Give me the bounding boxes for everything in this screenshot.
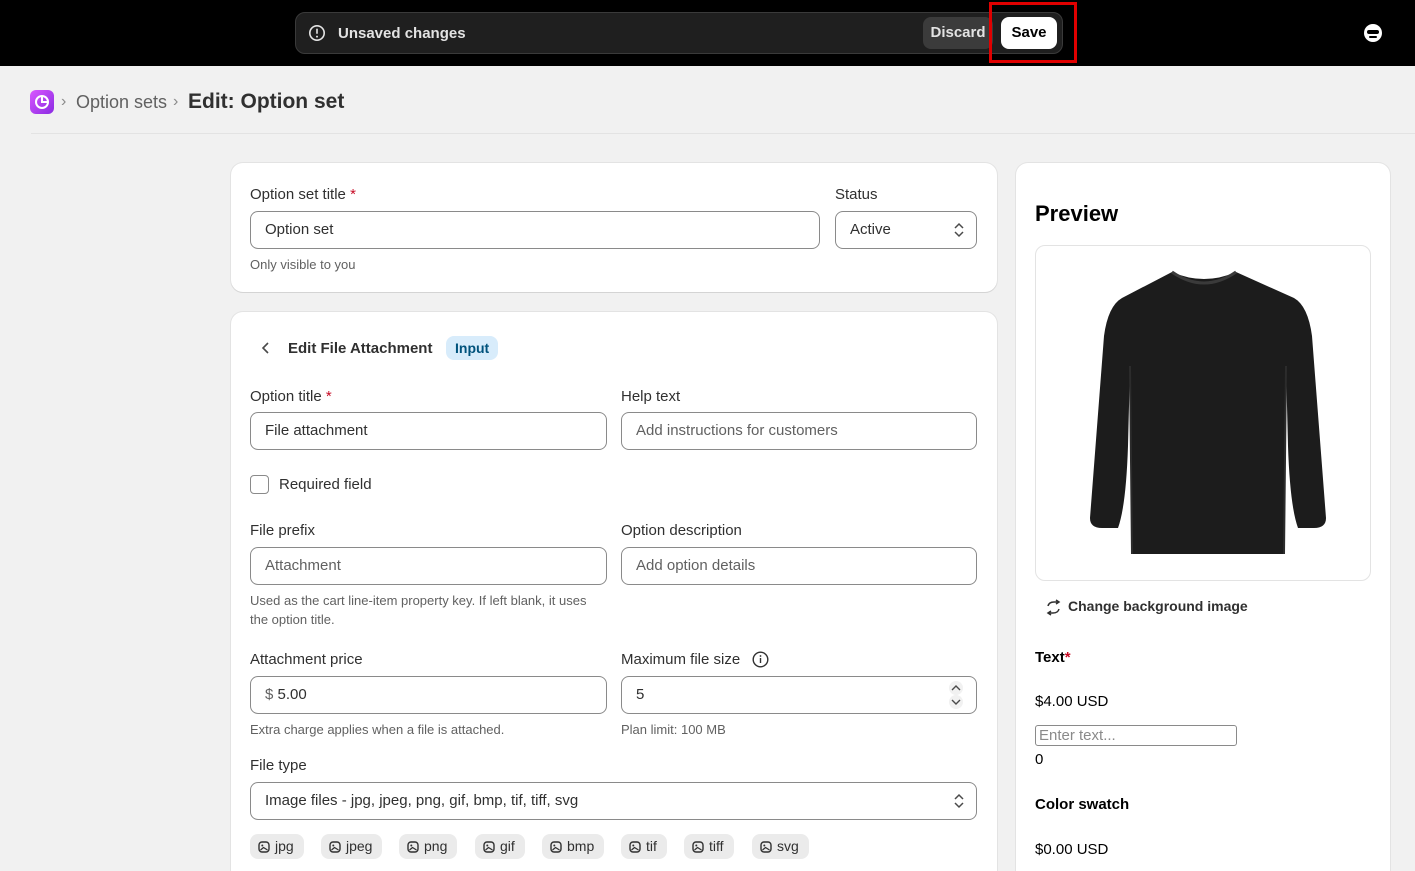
text-char-count: 0 bbox=[1035, 751, 1044, 768]
option-set-title-input[interactable]: Option set bbox=[250, 211, 820, 249]
image-icon bbox=[692, 841, 704, 853]
file-type-tag-label: png bbox=[424, 838, 448, 854]
unsaved-changes-label: Unsaved changes bbox=[338, 25, 466, 42]
file-type-tag: bmp bbox=[542, 834, 605, 859]
number-stepper-icon[interactable] bbox=[946, 681, 966, 709]
tshirt-image bbox=[1090, 270, 1326, 555]
option-title-label: Option title * bbox=[250, 388, 332, 405]
input-badge: Input bbox=[446, 336, 499, 360]
attachment-price-label: Attachment price bbox=[250, 651, 363, 668]
file-type-tag: jpeg bbox=[321, 834, 383, 859]
select-chevron-icon bbox=[954, 793, 964, 809]
max-file-size-value: 5 bbox=[636, 686, 645, 703]
app-mark-icon bbox=[35, 95, 49, 109]
breadcrumb-divider bbox=[31, 133, 1415, 134]
file-type-value: Image files - jpg, jpeg, png, gif, bmp, … bbox=[265, 792, 579, 809]
file-type-label: File type bbox=[250, 757, 307, 774]
status-select[interactable]: Active bbox=[835, 211, 977, 249]
image-icon bbox=[629, 841, 641, 853]
breadcrumb-option-sets-link[interactable]: Option sets bbox=[76, 92, 167, 113]
user-avatar-icon[interactable] bbox=[1362, 22, 1384, 44]
file-prefix-input[interactable]: Attachment bbox=[250, 547, 607, 585]
product-image bbox=[1035, 245, 1371, 581]
status-value: Active bbox=[850, 221, 891, 238]
help-text-label: Help text bbox=[621, 388, 681, 405]
file-prefix-hint: Used as the cart line-item property key.… bbox=[250, 593, 587, 627]
text-option-label: Text* bbox=[1035, 649, 1071, 666]
file-type-tag: png bbox=[399, 834, 458, 859]
color-swatch-price: $0.00 USD bbox=[1035, 841, 1109, 858]
breadcrumb-chevron-icon: › bbox=[173, 93, 179, 110]
discard-button[interactable]: Discard bbox=[923, 17, 993, 49]
app-logo-icon[interactable] bbox=[30, 90, 54, 114]
max-file-size-hint: Plan limit: 100 MB bbox=[621, 722, 726, 737]
page-title: Edit: Option set bbox=[188, 90, 345, 113]
image-icon bbox=[550, 841, 562, 853]
max-file-size-input[interactable]: 5 bbox=[621, 676, 977, 714]
back-chevron-icon[interactable] bbox=[259, 340, 273, 356]
breadcrumb-chevron-icon: › bbox=[61, 93, 67, 110]
file-type-tag-label: tif bbox=[646, 838, 657, 854]
file-type-tag-label: jpg bbox=[275, 838, 294, 854]
file-type-tag-label: tiff bbox=[709, 838, 724, 854]
file-prefix-label: File prefix bbox=[250, 522, 316, 539]
image-icon bbox=[760, 841, 772, 853]
alert-icon bbox=[308, 24, 326, 42]
text-option-price: $4.00 USD bbox=[1035, 693, 1109, 710]
select-chevron-icon bbox=[954, 222, 964, 238]
currency-symbol: $ bbox=[265, 686, 274, 703]
file-type-tag: gif bbox=[475, 834, 525, 859]
required-field-checkbox[interactable] bbox=[250, 475, 269, 494]
attachment-price-input[interactable]: $ 5.00 bbox=[250, 676, 607, 714]
option-set-title-hint: Only visible to you bbox=[250, 257, 356, 272]
text-option-input[interactable]: Enter text... bbox=[1035, 725, 1237, 746]
option-description-input[interactable]: Add option details bbox=[621, 547, 977, 585]
file-type-tag-label: gif bbox=[500, 838, 515, 854]
file-type-tag-label: jpeg bbox=[346, 838, 373, 854]
file-type-tag: jpg bbox=[250, 834, 304, 859]
info-icon[interactable] bbox=[752, 651, 769, 668]
attachment-price-value: 5.00 bbox=[277, 686, 307, 703]
help-text-input[interactable]: Add instructions for customers bbox=[621, 412, 977, 450]
required-field-label: Required field bbox=[279, 476, 372, 493]
change-background-button[interactable]: Change background image bbox=[1068, 598, 1248, 614]
option-description-label: Option description bbox=[621, 522, 742, 539]
preview-title: Preview bbox=[1035, 201, 1119, 226]
file-type-select[interactable]: Image files - jpg, jpeg, png, gif, bmp, … bbox=[250, 782, 977, 820]
image-icon bbox=[483, 841, 495, 853]
color-swatch-label: Color swatch bbox=[1035, 796, 1130, 813]
save-highlight-box bbox=[989, 2, 1077, 63]
image-icon bbox=[407, 841, 419, 853]
status-label: Status bbox=[835, 186, 878, 203]
image-icon bbox=[258, 841, 270, 853]
file-type-tag: svg bbox=[752, 834, 809, 859]
edit-option-heading: Edit File Attachment bbox=[288, 340, 433, 357]
option-title-input[interactable]: File attachment bbox=[250, 412, 607, 450]
file-type-tag-label: svg bbox=[777, 838, 799, 854]
refresh-icon[interactable] bbox=[1045, 599, 1062, 616]
option-set-title-label: Option set title * bbox=[250, 186, 356, 203]
image-icon bbox=[329, 841, 341, 853]
file-type-tag: tiff bbox=[684, 834, 734, 859]
attachment-price-hint: Extra charge applies when a file is atta… bbox=[250, 722, 505, 737]
file-type-tag: tif bbox=[621, 834, 667, 859]
file-type-tag-label: bmp bbox=[567, 838, 595, 854]
top-bar: Unsaved changes Discard Save bbox=[0, 0, 1415, 66]
max-file-size-label: Maximum file size bbox=[621, 651, 741, 668]
